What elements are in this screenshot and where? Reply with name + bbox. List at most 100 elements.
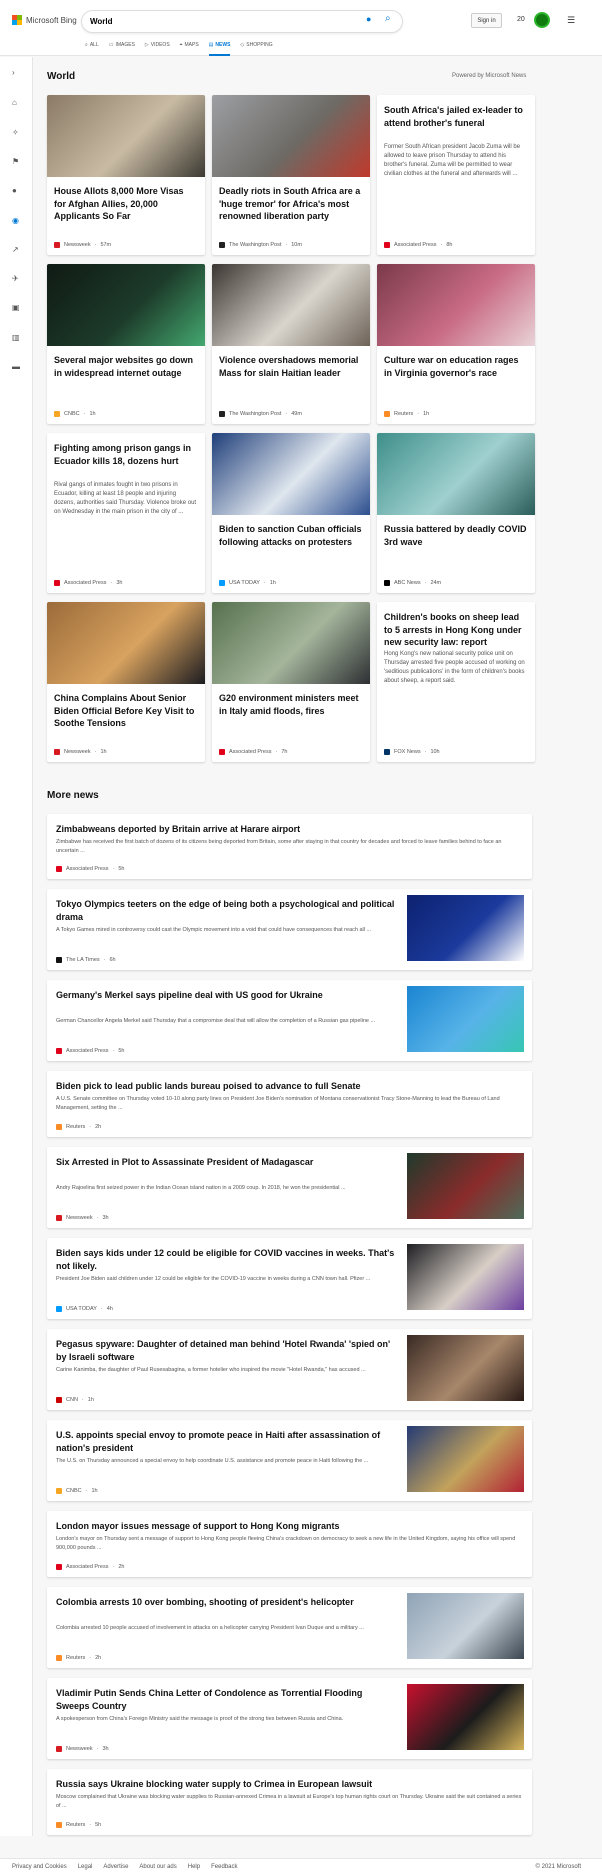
rewards-icon[interactable] xyxy=(534,12,550,28)
news-card-image[interactable] xyxy=(212,264,370,346)
source-name[interactable]: CNN xyxy=(66,1397,78,1403)
more-news-item[interactable]: Zimbabweans deported by Britain arrive a… xyxy=(47,814,532,879)
more-news-thumbnail[interactable] xyxy=(407,895,524,961)
source-name[interactable]: FOX News xyxy=(394,749,421,755)
location-icon[interactable]: ● xyxy=(12,186,17,195)
source-name[interactable]: Reuters xyxy=(66,1655,85,1661)
more-news-title[interactable]: Biden says kids under 12 could be eligib… xyxy=(56,1247,396,1273)
expand-icon[interactable]: › xyxy=(12,68,15,77)
source-name[interactable]: Associated Press xyxy=(229,749,272,755)
source-name[interactable]: Associated Press xyxy=(66,866,109,872)
tab-maps[interactable]: ⌖ MAPS xyxy=(180,40,199,50)
footer-link[interactable]: About our ads xyxy=(139,1864,176,1870)
source-name[interactable]: USA TODAY xyxy=(66,1306,97,1312)
globe-icon[interactable]: ◉ xyxy=(12,216,19,225)
more-news-title[interactable]: Germany's Merkel says pipeline deal with… xyxy=(56,989,396,1002)
news-card-image[interactable] xyxy=(377,264,535,346)
source-name[interactable]: Associated Press xyxy=(64,580,107,586)
microphone-icon[interactable]: ● xyxy=(366,14,371,24)
more-news-thumbnail[interactable] xyxy=(407,1593,524,1659)
more-news-title[interactable]: Zimbabweans deported by Britain arrive a… xyxy=(56,823,523,836)
search-icon[interactable]: ⌕ xyxy=(385,13,391,24)
source-name[interactable]: USA TODAY xyxy=(229,580,260,586)
more-news-title[interactable]: Tokyo Olympics teeters on the edge of be… xyxy=(56,898,396,924)
news-card-title[interactable]: Violence overshadows memorial Mass for s… xyxy=(219,354,363,379)
news-card[interactable]: Culture war on education rages in Virgin… xyxy=(377,264,535,424)
source-name[interactable]: The Washington Post xyxy=(229,242,281,248)
flag-icon[interactable]: ⚑ xyxy=(12,157,19,166)
source-name[interactable]: The Washington Post xyxy=(229,411,281,417)
more-news-item[interactable]: Russia says Ukraine blocking water suppl… xyxy=(47,1769,532,1835)
news-card[interactable]: Fighting among prison gangs in Ecuador k… xyxy=(47,433,205,593)
news-card[interactable]: Russia battered by deadly COVID 3rd wave… xyxy=(377,433,535,593)
source-name[interactable]: Newsweek xyxy=(66,1215,93,1221)
more-news-title[interactable]: Six Arrested in Plot to Assassinate Pres… xyxy=(56,1156,396,1169)
source-name[interactable]: CNBC xyxy=(66,1488,82,1494)
source-name[interactable]: Newsweek xyxy=(64,242,91,248)
news-card-image[interactable] xyxy=(47,602,205,684)
card-icon[interactable]: ▬ xyxy=(12,362,20,371)
more-news-item[interactable]: London mayor issues message of support t… xyxy=(47,1511,532,1577)
news-card-title[interactable]: South Africa's jailed ex-leader to atten… xyxy=(384,104,528,129)
footer-link[interactable]: Privacy and Cookies xyxy=(12,1864,67,1870)
more-news-item[interactable]: Vladimir Putin Sends China Letter of Con… xyxy=(47,1678,532,1759)
more-news-thumbnail[interactable] xyxy=(407,1335,524,1401)
tab-all[interactable]: ⌕ ALL xyxy=(85,40,99,50)
source-name[interactable]: Reuters xyxy=(66,1822,85,1828)
news-card[interactable]: Violence overshadows memorial Mass for s… xyxy=(212,264,370,424)
source-name[interactable]: Newsweek xyxy=(64,749,91,755)
tab-videos[interactable]: ▷ VIDEOS xyxy=(145,40,170,50)
source-name[interactable]: Reuters xyxy=(394,411,413,417)
source-name[interactable]: ABC News xyxy=(394,580,421,586)
news-card-title[interactable]: Fighting among prison gangs in Ecuador k… xyxy=(54,442,198,467)
footer-link[interactable]: Advertise xyxy=(103,1864,128,1870)
more-news-item[interactable]: Biden pick to lead public lands bureau p… xyxy=(47,1071,532,1137)
source-name[interactable]: Associated Press xyxy=(394,242,437,248)
news-card[interactable]: Deadly riots in South Africa are a 'huge… xyxy=(212,95,370,255)
source-name[interactable]: Associated Press xyxy=(66,1048,109,1054)
source-name[interactable]: CNBC xyxy=(64,411,80,417)
footer-link[interactable]: Legal xyxy=(78,1864,93,1870)
source-name[interactable]: Reuters xyxy=(66,1124,85,1130)
more-news-item[interactable]: Tokyo Olympics teeters on the edge of be… xyxy=(47,889,532,970)
chart-icon[interactable]: ↗ xyxy=(12,245,19,254)
sign-in-button[interactable]: Sign in xyxy=(471,13,502,28)
discover-icon[interactable]: ✧ xyxy=(12,128,19,137)
news-card-image[interactable] xyxy=(212,95,370,177)
more-news-item[interactable]: Colombia arrests 10 over bombing, shooti… xyxy=(47,1587,532,1668)
more-news-item[interactable]: U.S. appoints special envoy to promote p… xyxy=(47,1420,532,1501)
news-card-image[interactable] xyxy=(212,433,370,515)
tab-images[interactable]: ▭ IMAGES xyxy=(109,40,135,50)
news-card[interactable]: South Africa's jailed ex-leader to atten… xyxy=(377,95,535,255)
news-card-title[interactable]: House Allots 8,000 More Visas for Afghan… xyxy=(54,185,198,223)
news-card-title[interactable]: Biden to sanction Cuban officials follow… xyxy=(219,523,363,548)
news-card[interactable]: House Allots 8,000 More Visas for Afghan… xyxy=(47,95,205,255)
news-card-title[interactable]: G20 environment ministers meet in Italy … xyxy=(219,692,363,717)
more-news-item[interactable]: Biden says kids under 12 could be eligib… xyxy=(47,1238,532,1319)
search-box[interactable] xyxy=(82,11,402,32)
more-news-title[interactable]: London mayor issues message of support t… xyxy=(56,1520,523,1533)
news-card-title[interactable]: Deadly riots in South Africa are a 'huge… xyxy=(219,185,363,223)
more-news-item[interactable]: Six Arrested in Plot to Assassinate Pres… xyxy=(47,1147,532,1228)
more-news-title[interactable]: Vladimir Putin Sends China Letter of Con… xyxy=(56,1687,396,1713)
more-news-item[interactable]: Germany's Merkel says pipeline deal with… xyxy=(47,980,532,1061)
news-card-title[interactable]: Children's books on sheep lead to 5 arre… xyxy=(384,611,528,649)
news-card-image[interactable] xyxy=(377,433,535,515)
more-news-thumbnail[interactable] xyxy=(407,986,524,1052)
search-input[interactable] xyxy=(90,14,360,29)
tab-news[interactable]: ▤ NEWS xyxy=(208,40,230,56)
source-name[interactable]: The LA Times xyxy=(66,957,100,963)
rewards-points[interactable]: 20 xyxy=(517,16,525,23)
entertainment-icon[interactable]: ▣ xyxy=(12,303,20,312)
more-news-title[interactable]: Biden pick to lead public lands bureau p… xyxy=(56,1080,523,1093)
news-card-title[interactable]: Russia battered by deadly COVID 3rd wave xyxy=(384,523,528,548)
source-name[interactable]: Newsweek xyxy=(66,1746,93,1752)
news-card-title[interactable]: Culture war on education rages in Virgin… xyxy=(384,354,528,379)
more-news-title[interactable]: Russia says Ukraine blocking water suppl… xyxy=(56,1778,523,1791)
bing-logo[interactable]: Microsoft Bing xyxy=(12,15,77,25)
more-news-thumbnail[interactable] xyxy=(407,1426,524,1492)
news-card[interactable]: G20 environment ministers meet in Italy … xyxy=(212,602,370,762)
news-card-title[interactable]: Several major websites go down in widesp… xyxy=(54,354,198,379)
more-news-thumbnail[interactable] xyxy=(407,1244,524,1310)
more-news-title[interactable]: U.S. appoints special envoy to promote p… xyxy=(56,1429,396,1455)
